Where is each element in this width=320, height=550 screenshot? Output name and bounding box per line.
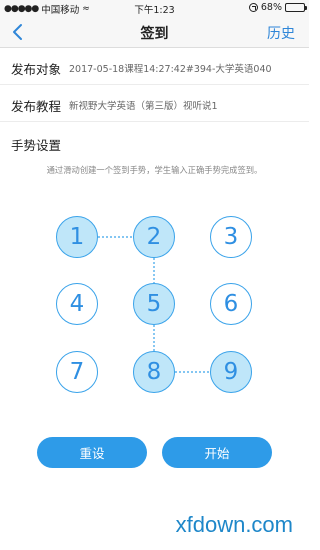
- reset-button[interactable]: 重设: [37, 437, 147, 468]
- gesture-section-title: 手势设置: [11, 138, 62, 153]
- chevron-left-icon: [13, 24, 22, 40]
- history-button[interactable]: 历史: [267, 23, 295, 43]
- battery-percent: 68%: [260, 2, 282, 13]
- tutorial-label: 发布教程: [11, 99, 62, 114]
- gesture-hint: 通过滑动创建一个签到手势，学生输入正确手势完成签到。: [46, 165, 263, 175]
- back-button[interactable]: [8, 19, 30, 45]
- page-title: 签到: [140, 26, 169, 42]
- nav-bar: 签到 历史: [0, 16, 309, 48]
- gesture-point-9[interactable]: 9: [210, 351, 252, 393]
- tutorial-row[interactable]: 发布教程 新视野大学英语（第三版）视听说1: [0, 85, 309, 122]
- status-right: 68%: [248, 2, 307, 13]
- start-button[interactable]: 开始: [162, 437, 272, 468]
- watermark: xfdown.com: [175, 512, 293, 537]
- gesture-point-6[interactable]: 6: [210, 283, 252, 325]
- status-bar: ●●●●● 中国移动 ≈ 下午1:23 68%: [0, 0, 309, 16]
- tutorial-value: 新视野大学英语（第三版）视听说1: [69, 101, 218, 112]
- gesture-point-2[interactable]: 2: [133, 216, 175, 258]
- gesture-point-3[interactable]: 3: [210, 216, 252, 258]
- gesture-point-8[interactable]: 8: [133, 351, 175, 393]
- rotation-lock-icon: [248, 3, 258, 12]
- gesture-point-5[interactable]: 5: [133, 283, 175, 325]
- target-row[interactable]: 发布对象 2017-05-18课程14:27:42#394-大学英语040: [0, 48, 309, 85]
- target-value: 2017-05-18课程14:27:42#394-大学英语040: [69, 64, 272, 75]
- gesture-point-1[interactable]: 1: [56, 216, 98, 258]
- gesture-point-4[interactable]: 4: [56, 283, 98, 325]
- target-label: 发布对象: [11, 62, 62, 77]
- battery-icon: [285, 3, 307, 12]
- gesture-point-7[interactable]: 7: [56, 351, 98, 393]
